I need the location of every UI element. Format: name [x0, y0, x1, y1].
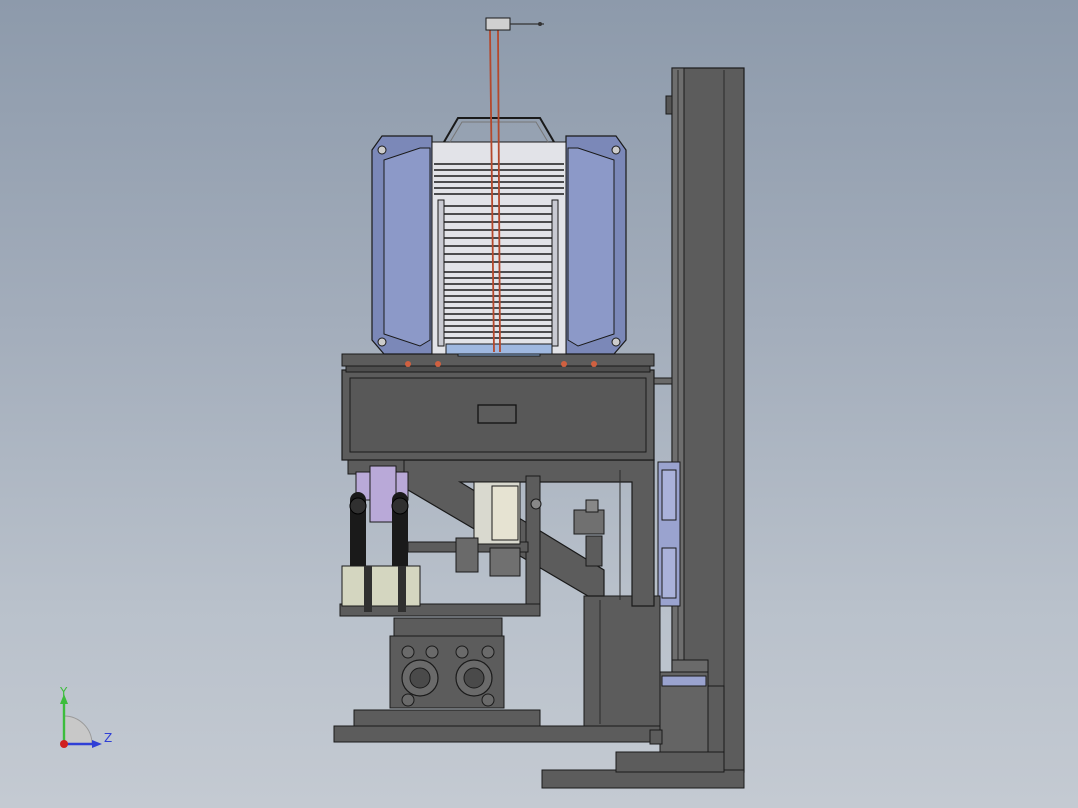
- coordinate-triad: Y Z: [50, 686, 130, 756]
- z-axis-label: Z: [104, 731, 113, 745]
- x-axis-dot: [60, 740, 68, 748]
- y-axis-label: Y: [60, 685, 68, 699]
- graphics-viewport[interactable]: Y Z: [0, 0, 1078, 808]
- cad-model-side-view[interactable]: [0, 0, 1078, 808]
- rotary-table[interactable]: [389, 617, 505, 709]
- drawer-box[interactable]: [341, 369, 673, 461]
- gripper-assembly[interactable]: [341, 459, 421, 612]
